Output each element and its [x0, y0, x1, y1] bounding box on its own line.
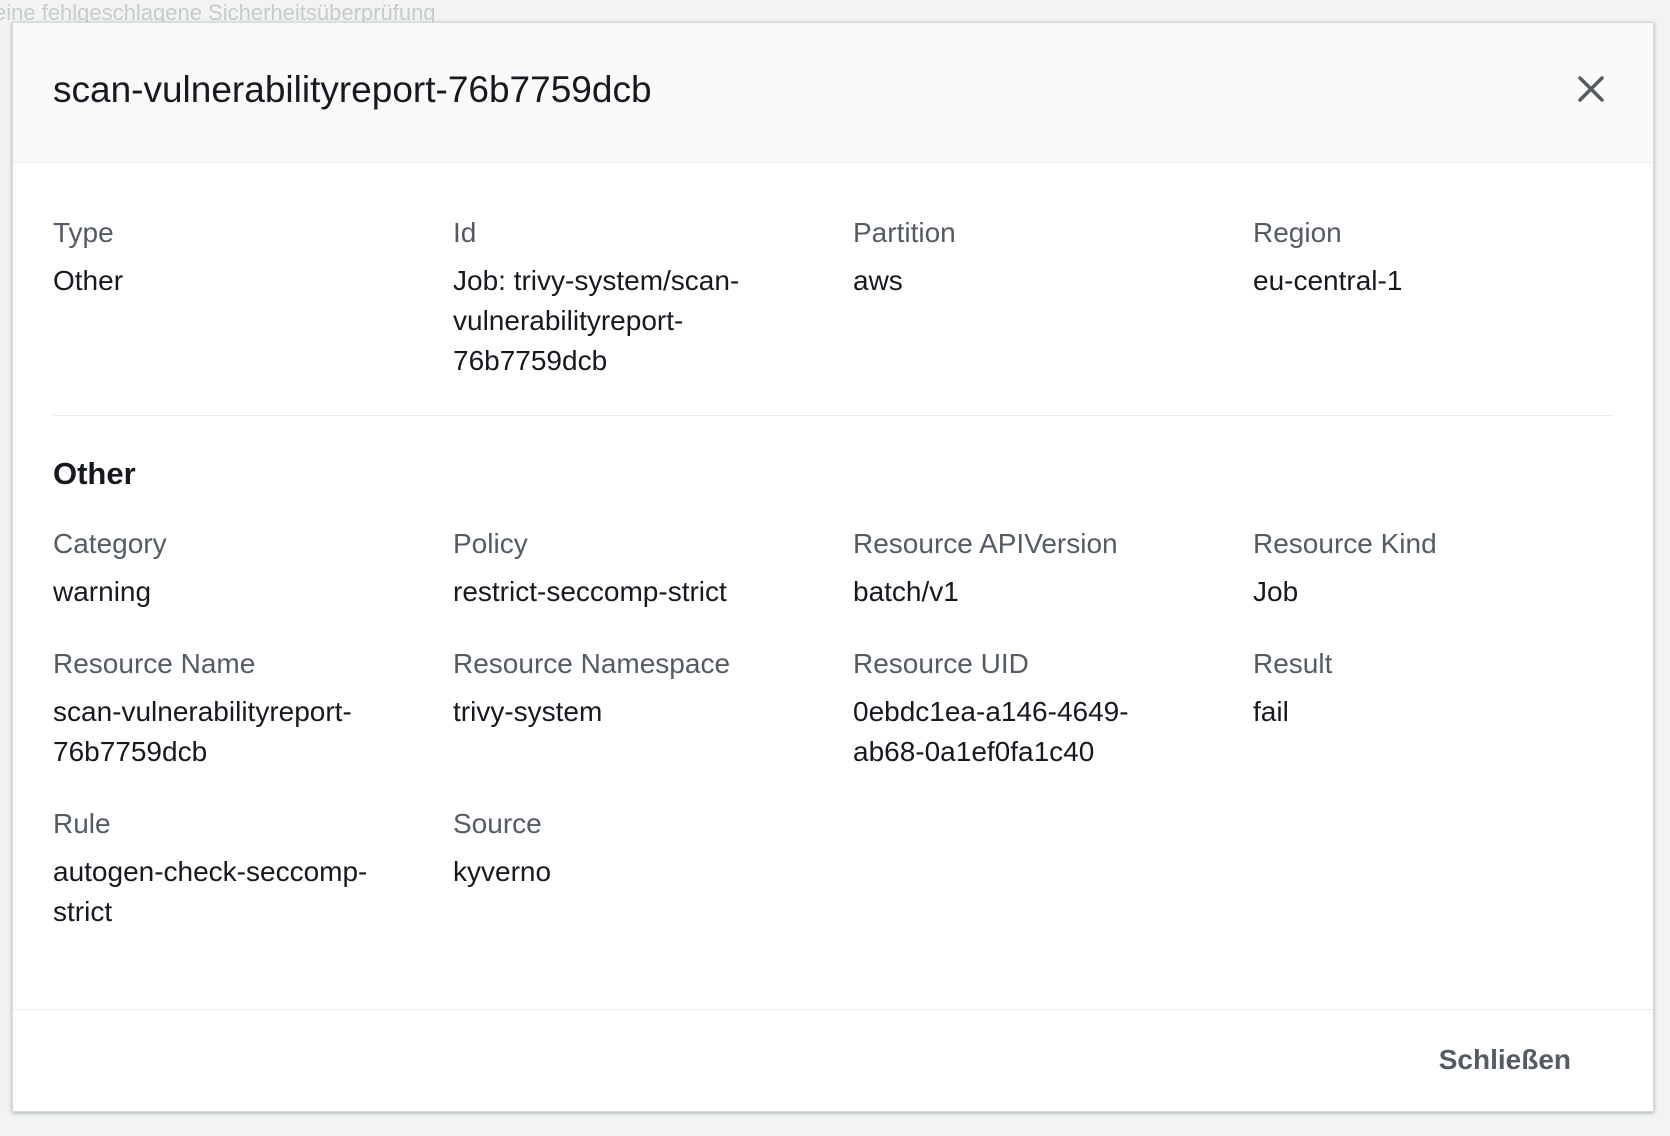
detail-field-policy: Policy restrict-seccomp-strict — [453, 524, 853, 612]
field-label: Region — [1253, 217, 1342, 248]
field-label: Category — [53, 528, 167, 559]
modal-footer: Schließen — [13, 1009, 1653, 1111]
finding-details-modal: scan-vulnerabilityreport-76b7759dcb Type… — [12, 22, 1654, 1112]
field-label: Rule — [53, 808, 111, 839]
summary-field-partition: Partition aws — [853, 213, 1253, 381]
details-grid: Category warning Policy restrict-seccomp… — [53, 524, 1613, 932]
section-heading: Other — [53, 456, 136, 491]
detail-field-resource-name: Resource Name scan-vulnerabilityreport-7… — [53, 644, 453, 772]
field-value: Job — [1253, 576, 1299, 607]
detail-field-resource-kind: Resource Kind Job — [1253, 524, 1653, 612]
field-value: kyverno — [453, 856, 552, 887]
summary-grid: Type Other Id Job: trivy-system/scan-vul… — [53, 213, 1613, 381]
field-label: Type — [53, 217, 114, 248]
field-label: Id — [453, 217, 477, 248]
field-label: Resource Name — [53, 648, 256, 679]
field-value: autogen-check-seccomp-strict — [53, 856, 368, 927]
field-label: Resource UID — [853, 648, 1029, 679]
field-value: Job: trivy-system/scan-vulnerabilityrepo… — [453, 265, 740, 376]
field-label: Result — [1253, 648, 1333, 679]
modal-header: scan-vulnerabilityreport-76b7759dcb — [13, 23, 1653, 163]
close-modal-button[interactable]: Schließen — [1439, 1044, 1571, 1076]
field-label: Partition — [853, 217, 956, 248]
field-value: aws — [853, 265, 903, 296]
divider — [53, 415, 1613, 416]
field-value: batch/v1 — [853, 576, 959, 607]
detail-field-category: Category warning — [53, 524, 453, 612]
field-value: Other — [53, 265, 124, 296]
detail-field-resource-uid: Resource UID 0ebdc1ea-a146-4649-ab68-0a1… — [853, 644, 1253, 772]
summary-field-type: Type Other — [53, 213, 453, 381]
field-label: Resource Kind — [1253, 528, 1437, 559]
modal-title: scan-vulnerabilityreport-76b7759dcb — [53, 69, 652, 110]
field-value: warning — [53, 576, 152, 607]
detail-field-resource-apiversion: Resource APIVersion batch/v1 — [853, 524, 1253, 612]
background-text: eine fehlgeschlagene Sicherheitsüberprüf… — [0, 0, 436, 24]
modal-body: Type Other Id Job: trivy-system/scan-vul… — [13, 163, 1653, 932]
field-value: restrict-seccomp-strict — [453, 576, 727, 607]
close-button[interactable] — [1569, 67, 1613, 111]
field-value: trivy-system — [453, 696, 603, 727]
field-value: 0ebdc1ea-a146-4649-ab68-0a1ef0fa1c40 — [853, 696, 1129, 767]
close-icon — [1578, 76, 1604, 102]
summary-field-id: Id Job: trivy-system/scan-vulnerabilityr… — [453, 213, 853, 381]
detail-field-source: Source kyverno — [453, 804, 853, 932]
field-label: Source — [453, 808, 542, 839]
detail-field-resource-namespace: Resource Namespace trivy-system — [453, 644, 853, 772]
detail-field-result: Result fail — [1253, 644, 1653, 772]
summary-field-region: Region eu-central-1 — [1253, 213, 1653, 381]
field-value: scan-vulnerabilityreport-76b7759dcb — [53, 696, 352, 767]
field-value: eu-central-1 — [1253, 265, 1403, 296]
field-label: Resource APIVersion — [853, 528, 1118, 559]
field-label: Resource Namespace — [453, 648, 731, 679]
field-label: Policy — [453, 528, 528, 559]
field-value: fail — [1253, 696, 1289, 727]
detail-field-rule: Rule autogen-check-seccomp-strict — [53, 804, 453, 932]
